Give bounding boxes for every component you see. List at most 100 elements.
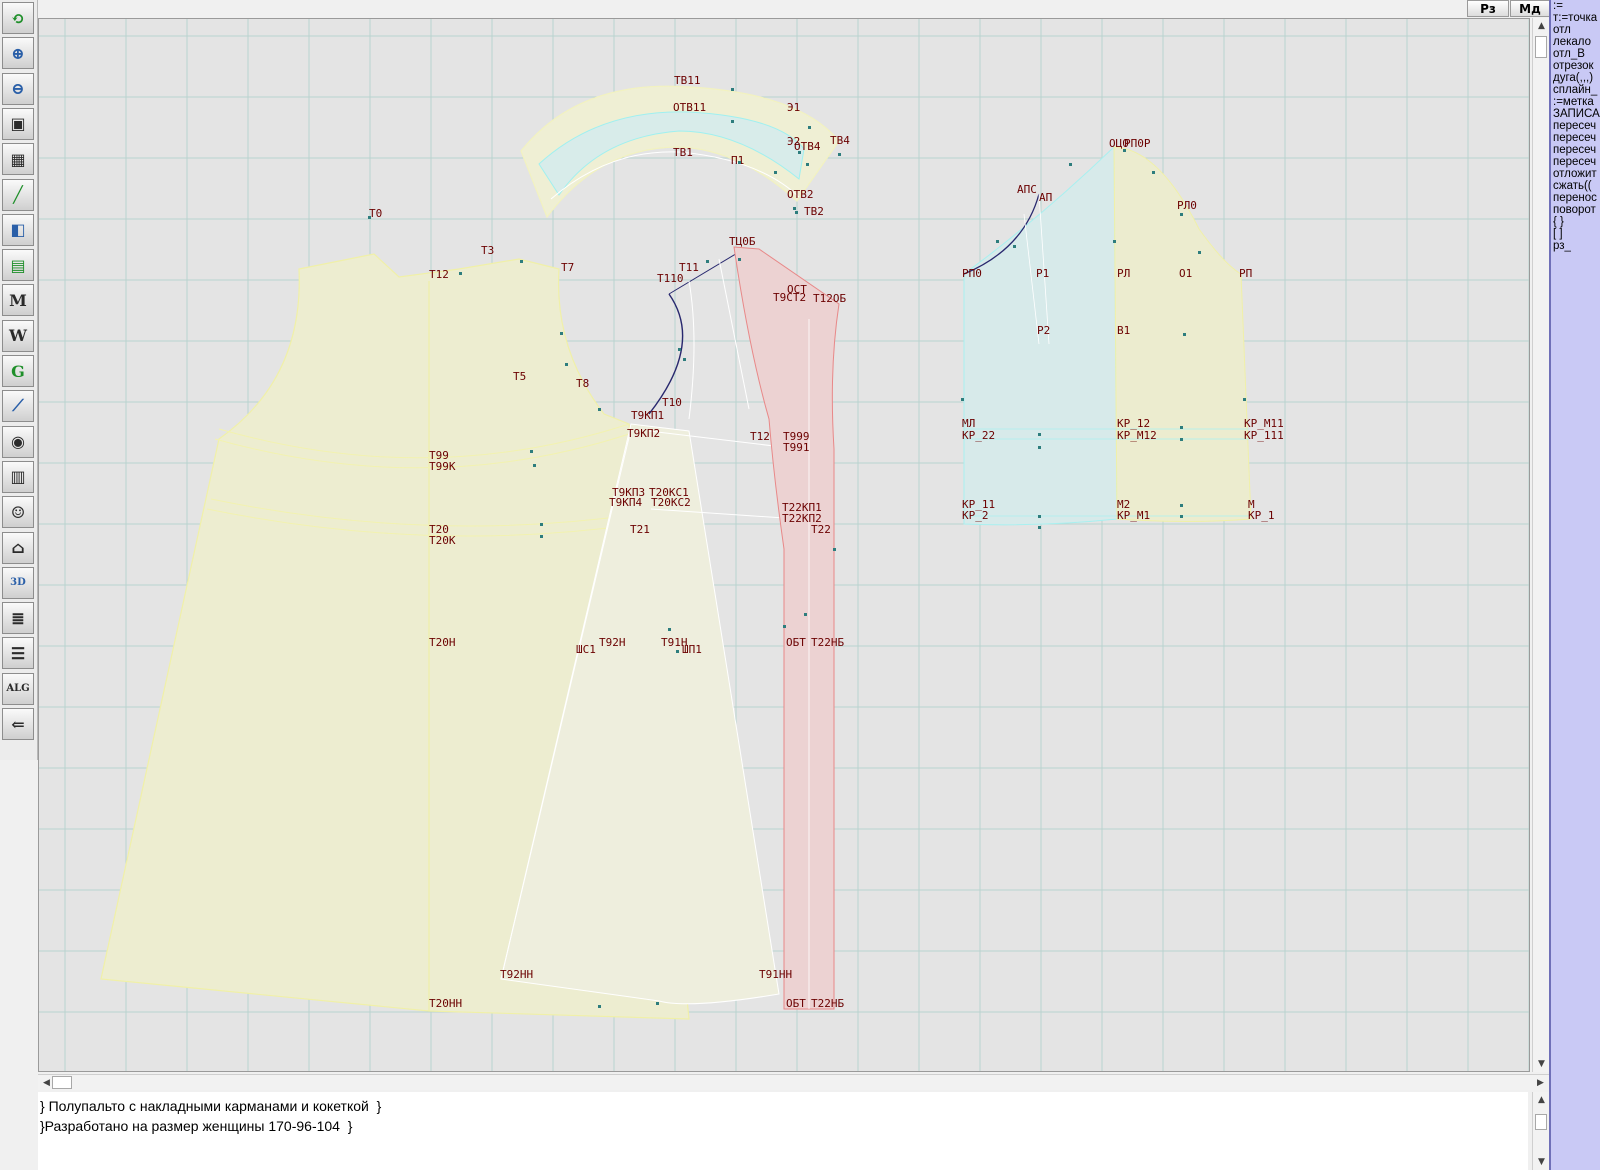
point-marker[interactable] bbox=[731, 88, 734, 91]
point-marker[interactable] bbox=[683, 358, 686, 361]
point-marker[interactable] bbox=[459, 272, 462, 275]
command-item[interactable]: отложит bbox=[1551, 168, 1600, 180]
pattern-tool-button[interactable]: ▤ bbox=[2, 249, 34, 282]
point-marker[interactable] bbox=[706, 260, 709, 263]
point-marker[interactable] bbox=[1180, 515, 1183, 518]
command-item[interactable]: отл bbox=[1551, 24, 1600, 36]
command-item[interactable]: т:=точка bbox=[1551, 12, 1600, 24]
point-marker[interactable] bbox=[530, 450, 533, 453]
point-marker[interactable] bbox=[565, 363, 568, 366]
pattern-drawing[interactable]: ТВ11ОТВ11 Э1Э2 ТВ4ОТВ4ТВ1П1ОТВ2ТВ2Т0Т3Т12Т… bbox=[39, 19, 1530, 1072]
description-scrollbar[interactable]: ▲ ▼ bbox=[1532, 1092, 1549, 1170]
point-marker[interactable] bbox=[1038, 446, 1041, 449]
compass-tool-button[interactable]: W bbox=[2, 319, 34, 352]
point-marker[interactable] bbox=[738, 161, 741, 164]
camera-tool-button[interactable]: ◉ bbox=[2, 425, 34, 458]
layers-tool-button[interactable]: ◧ bbox=[2, 213, 34, 246]
point-marker[interactable] bbox=[1038, 433, 1041, 436]
point-marker[interactable] bbox=[1180, 426, 1183, 429]
point-marker[interactable] bbox=[996, 240, 999, 243]
grid-tool-button[interactable]: ▦ bbox=[2, 143, 34, 176]
command-item[interactable]: ЗАПИСА bbox=[1551, 108, 1600, 120]
point-marker[interactable] bbox=[738, 258, 741, 261]
point-marker[interactable] bbox=[533, 464, 536, 467]
zoom-window-tool-button[interactable]: ▣ bbox=[2, 107, 34, 140]
point-marker[interactable] bbox=[540, 523, 543, 526]
model-tool-button[interactable]: ☺ bbox=[2, 496, 34, 529]
scroll-down-arrow-icon[interactable]: ▼ bbox=[1533, 1056, 1550, 1072]
point-marker[interactable] bbox=[540, 535, 543, 538]
point-marker[interactable] bbox=[678, 348, 681, 351]
point-marker[interactable] bbox=[598, 408, 601, 411]
scroll-up-arrow-icon[interactable]: ▲ bbox=[1533, 18, 1550, 34]
scroll-down-arrow-icon[interactable]: ▼ bbox=[1533, 1154, 1550, 1170]
point-marker[interactable] bbox=[1152, 171, 1155, 174]
vertical-scroll-thumb[interactable] bbox=[1535, 36, 1547, 58]
refresh-tool-button[interactable]: ⟲ bbox=[2, 2, 34, 34]
point-marker[interactable] bbox=[804, 613, 807, 616]
point-marker[interactable] bbox=[838, 153, 841, 156]
scroll-up-arrow-icon[interactable]: ▲ bbox=[1533, 1092, 1550, 1108]
horizontal-scroll-thumb[interactable] bbox=[52, 1076, 72, 1089]
zoom-in-tool-button[interactable]: ⊕ bbox=[2, 37, 34, 70]
point-marker[interactable] bbox=[808, 126, 811, 129]
command-item[interactable]: пересеч bbox=[1551, 144, 1600, 156]
point-marker[interactable] bbox=[1183, 333, 1186, 336]
command-item[interactable]: [ ] bbox=[1551, 228, 1600, 240]
point-marker[interactable] bbox=[520, 260, 523, 263]
segment-tool-button[interactable]: ╱ bbox=[2, 178, 34, 211]
point-marker[interactable] bbox=[1180, 504, 1183, 507]
command-item[interactable]: сжать(( bbox=[1551, 180, 1600, 192]
point-marker[interactable] bbox=[668, 628, 671, 631]
command-item[interactable]: { } bbox=[1551, 216, 1600, 228]
point-marker[interactable] bbox=[731, 120, 734, 123]
drawing-canvas[interactable]: ТВ11 ОТВ11 Э1 Э2 ТВ4 ОТВ4 ТВ1 П1 ОТВ2 ТВ2 Т0 Т3 Т12 Т… bbox=[38, 18, 1530, 1072]
command-item[interactable]: :=метка bbox=[1551, 96, 1600, 108]
point-marker[interactable] bbox=[1038, 515, 1041, 518]
point-marker[interactable] bbox=[1243, 398, 1246, 401]
stack-tool-button[interactable]: ☰ bbox=[2, 637, 34, 670]
point-marker[interactable] bbox=[793, 207, 796, 210]
point-marker[interactable] bbox=[598, 1005, 601, 1008]
point-marker[interactable] bbox=[1038, 526, 1041, 529]
point-marker[interactable] bbox=[774, 171, 777, 174]
size-button[interactable]: Рз bbox=[1467, 0, 1509, 17]
zoom-out-tool-button[interactable]: ⊖ bbox=[2, 72, 34, 105]
algorithm-tool-button[interactable]: ALG bbox=[2, 672, 34, 705]
point-marker[interactable] bbox=[1180, 438, 1183, 441]
command-item[interactable]: лекало bbox=[1551, 36, 1600, 48]
point-marker[interactable] bbox=[1198, 251, 1201, 254]
scroll-right-arrow-icon[interactable]: ▶ bbox=[1532, 1075, 1549, 1091]
point-marker[interactable] bbox=[806, 163, 809, 166]
command-item[interactable]: пересеч bbox=[1551, 132, 1600, 144]
point-marker[interactable] bbox=[795, 211, 798, 214]
point-marker[interactable] bbox=[1013, 245, 1016, 248]
point-marker[interactable] bbox=[656, 1002, 659, 1005]
command-item[interactable]: отрезок bbox=[1551, 60, 1600, 72]
point-marker[interactable] bbox=[798, 151, 801, 154]
exit-tool-button[interactable]: ⇐ bbox=[2, 708, 34, 740]
model-button[interactable]: Мд bbox=[1510, 0, 1550, 17]
command-item[interactable]: дуга(,,,) bbox=[1551, 72, 1600, 84]
command-item[interactable]: рз_ bbox=[1551, 240, 1600, 252]
point-marker[interactable] bbox=[783, 625, 786, 628]
point-marker[interactable] bbox=[833, 548, 836, 551]
table-tool-button[interactable]: ▥ bbox=[2, 460, 34, 493]
point-marker[interactable] bbox=[1113, 240, 1116, 243]
horizontal-scrollbar[interactable]: ◀ ▶ bbox=[38, 1074, 1549, 1090]
document-tool-button[interactable]: ≣ bbox=[2, 602, 34, 635]
point-marker[interactable] bbox=[1123, 149, 1126, 152]
command-item[interactable]: поворот bbox=[1551, 204, 1600, 216]
vertical-scrollbar[interactable]: ▲ ▼ bbox=[1532, 18, 1549, 1072]
graded-tool-button[interactable]: G bbox=[2, 355, 34, 387]
command-item[interactable]: отл_В bbox=[1551, 48, 1600, 60]
command-item[interactable]: := bbox=[1551, 0, 1600, 12]
description-panel[interactable]: } Полупальто с накладными карманами и ко… bbox=[38, 1092, 1528, 1170]
3d-tool-button[interactable]: 3D bbox=[2, 566, 34, 599]
point-marker[interactable] bbox=[676, 650, 679, 653]
point-marker[interactable] bbox=[560, 332, 563, 335]
point-marker[interactable] bbox=[1180, 213, 1183, 216]
description-scroll-thumb[interactable] bbox=[1535, 1114, 1547, 1130]
command-item[interactable]: пересеч bbox=[1551, 156, 1600, 168]
measurements-tool-button[interactable]: M bbox=[2, 284, 34, 317]
